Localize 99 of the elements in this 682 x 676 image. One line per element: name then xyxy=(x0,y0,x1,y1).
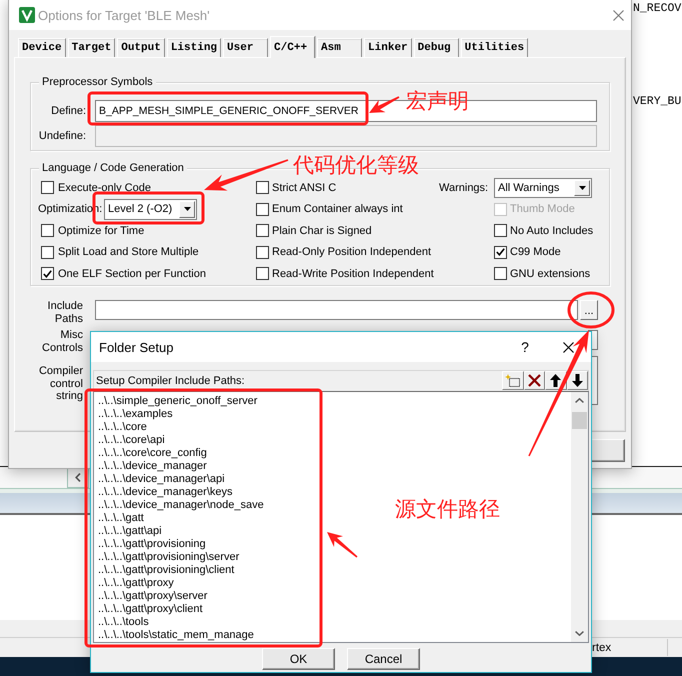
checkmark-icon xyxy=(43,270,52,278)
checkbox-label[interactable]: Split Load and Store Multiple xyxy=(58,246,199,258)
checkbox[interactable] xyxy=(256,267,269,280)
dropdown-label: Warnings: xyxy=(439,182,490,194)
checkbox-label[interactable]: Read-Only Position Independent xyxy=(272,246,431,258)
tab[interactable]: Device xyxy=(18,38,66,57)
list-item[interactable]: ..\..\..\device_manager\api xyxy=(97,473,226,486)
arrow-down-icon xyxy=(572,374,583,387)
checkbox[interactable] xyxy=(41,267,54,280)
caret-down-icon xyxy=(578,186,586,190)
list-item[interactable]: ..\..\..\device_manager\keys xyxy=(97,486,234,499)
list-title: Setup Compiler Include Paths: xyxy=(96,375,245,387)
field-label: Compiler control string xyxy=(38,364,83,402)
checkbox[interactable] xyxy=(494,224,507,238)
chevron-down-icon[interactable] xyxy=(575,631,584,636)
annotation-arrow xyxy=(327,532,358,558)
checkbox-label[interactable]: GNU extensions xyxy=(510,268,590,280)
list-item[interactable]: ..\..\..\gatt\api xyxy=(97,525,163,538)
delete-icon xyxy=(528,374,541,387)
checkbox-label[interactable]: One ELF Section per Function xyxy=(58,268,206,280)
group-title: Language / Code Generation xyxy=(39,162,187,175)
dotted-box-icon xyxy=(505,374,520,387)
checkbox-label[interactable]: Enum Container always int xyxy=(272,203,403,216)
tab[interactable]: Output xyxy=(117,38,165,57)
list-item[interactable]: ..\..\..\gatt xyxy=(97,512,145,525)
tab[interactable]: Debug xyxy=(414,38,459,57)
dialog-button[interactable] xyxy=(591,439,625,462)
list-item[interactable]: ..\..\..\gatt\provisioning\server xyxy=(97,551,240,564)
list-item[interactable]: ..\..\..\gatt\proxy xyxy=(97,577,175,590)
checkbox[interactable] xyxy=(256,202,269,216)
highlight-circle xyxy=(568,292,614,328)
code-text: VERY_BU xyxy=(633,95,682,108)
tab[interactable]: Asm xyxy=(317,38,362,57)
field-label: Undefine: xyxy=(38,130,86,142)
dropdown[interactable]: Level 2 (-O2) xyxy=(104,198,197,220)
chevron-left-icon xyxy=(75,473,81,482)
group-title: Preprocessor Symbols xyxy=(39,76,156,89)
toolbar-button[interactable] xyxy=(566,371,588,390)
checkbox[interactable] xyxy=(41,246,54,259)
tab[interactable]: C/C++ xyxy=(270,36,316,58)
list-item[interactable]: ..\..\..\gatt\proxy\client xyxy=(97,603,204,616)
list-item[interactable]: ..\..\..\core\api xyxy=(97,434,166,447)
checkbox[interactable] xyxy=(256,181,269,194)
tab[interactable]: Target xyxy=(68,38,116,57)
checkbox[interactable] xyxy=(494,267,507,280)
checkbox-label[interactable]: Read-Write Position Independent xyxy=(272,268,434,280)
list-item[interactable]: ..\..\..\tools\static_mem_manage xyxy=(97,629,255,642)
close-icon xyxy=(562,342,574,352)
list-item[interactable]: ..\..\..\gatt\provisioning\client xyxy=(97,564,236,577)
close-icon xyxy=(612,10,624,20)
list-item[interactable]: ..\..\..\examples xyxy=(97,408,174,421)
list-item[interactable]: ..\..\simple_generic_onoff_server xyxy=(97,395,258,408)
text-field[interactable] xyxy=(95,300,578,320)
caret-down-icon xyxy=(184,207,190,212)
arrow-up-icon xyxy=(550,374,562,387)
window-title: Options for Target 'BLE Mesh' xyxy=(38,8,211,22)
field-label: Include Paths xyxy=(46,300,83,325)
list-item[interactable]: ..\..\..\core\core_config xyxy=(97,447,208,460)
dropdown[interactable]: All Warnings xyxy=(494,178,592,198)
app-icon xyxy=(19,7,35,23)
list-item[interactable]: ..\..\..\gatt\proxy\server xyxy=(97,590,208,603)
checkbox-label[interactable]: No Auto Includes xyxy=(510,224,594,237)
field-label: Misc Controls xyxy=(41,329,83,354)
checkbox-label[interactable]: Optimize for Time xyxy=(58,224,144,237)
scrollbar-thumb[interactable] xyxy=(572,412,587,429)
status-text: rtex xyxy=(592,642,612,654)
checkbox[interactable] xyxy=(256,224,269,238)
field-label: Define: xyxy=(51,105,86,117)
chevron-up-icon[interactable] xyxy=(575,398,584,403)
tab[interactable]: Utilities xyxy=(460,38,528,57)
checkbox[interactable] xyxy=(256,246,269,259)
tab[interactable]: User xyxy=(223,38,268,57)
toolbar-button[interactable] xyxy=(524,371,545,390)
checkbox[interactable] xyxy=(41,224,54,238)
browse-button[interactable]: ... xyxy=(580,300,598,320)
list-item[interactable]: ..\..\..\core xyxy=(97,421,148,434)
toolbar-button[interactable] xyxy=(502,371,524,390)
tab[interactable]: Listing xyxy=(166,38,222,57)
tab[interactable]: Linker xyxy=(364,38,412,57)
help-button[interactable]: ? xyxy=(505,332,545,362)
checkbox-label[interactable]: C99 Mode xyxy=(510,246,561,258)
checkbox-label[interactable]: Execute-only Code xyxy=(58,182,151,194)
checkbox-label[interactable]: Strict ANSI C xyxy=(272,182,336,194)
list-item[interactable]: ..\..\..\device_manager xyxy=(97,460,208,473)
checkmark-icon xyxy=(496,248,505,256)
scrollbar-track[interactable] xyxy=(571,392,588,642)
annotation-text: 源文件路径 xyxy=(395,497,500,521)
window-title: Folder Setup xyxy=(99,340,174,354)
list-item[interactable]: ..\..\..\tools xyxy=(97,616,150,629)
list-item[interactable]: ..\..\..\gatt\provisioning xyxy=(97,538,207,551)
dialog-button[interactable]: Cancel xyxy=(347,648,420,670)
checkbox[interactable] xyxy=(41,181,54,194)
checkbox-label[interactable]: Plain Char is Signed xyxy=(272,224,372,237)
code-text: N_RECOV xyxy=(633,2,682,15)
checkbox[interactable] xyxy=(494,246,507,259)
annotation-arrow xyxy=(369,96,400,113)
list-item[interactable]: ..\..\..\device_manager\node_save xyxy=(97,499,265,512)
dialog-button[interactable]: OK xyxy=(262,648,335,670)
annotation-text: 代码优化等级 xyxy=(293,153,419,177)
